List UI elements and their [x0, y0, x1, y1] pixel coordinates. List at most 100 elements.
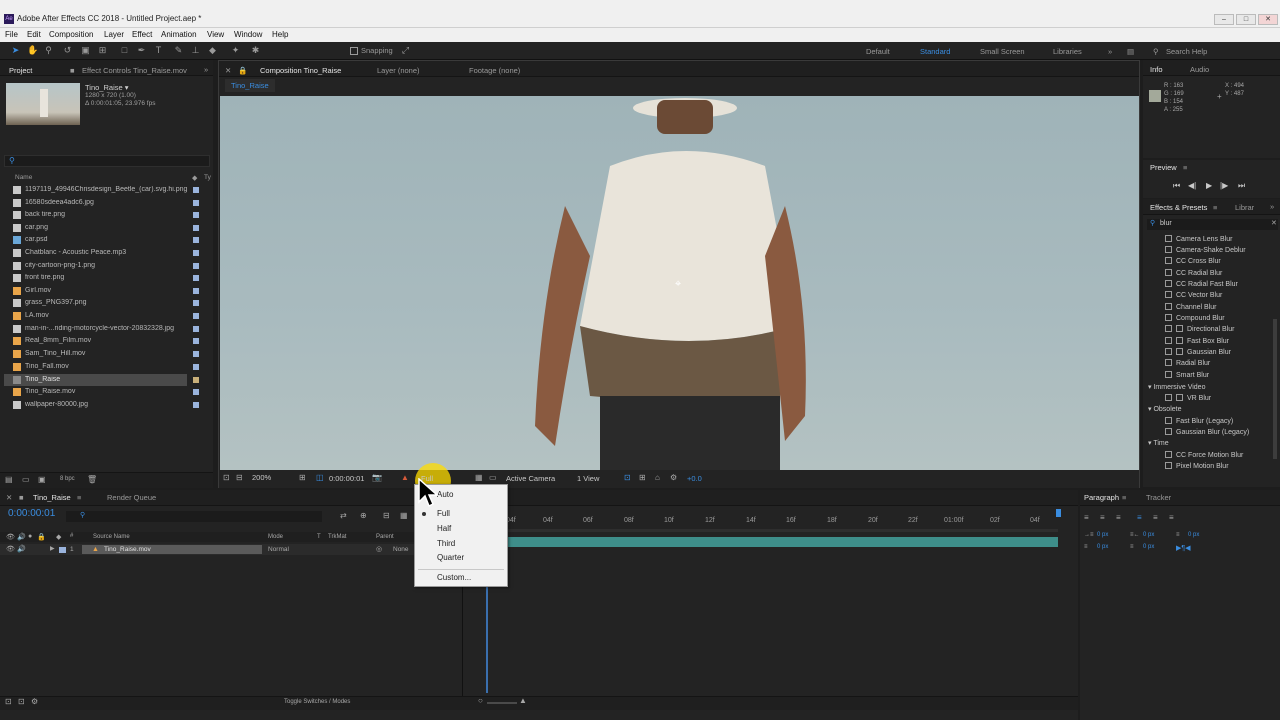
exposure-value[interactable]: +0.0	[687, 474, 702, 483]
current-time-indicator[interactable]	[486, 583, 488, 693]
list-item-selected[interactable]: Tino_Raise	[4, 374, 199, 386]
menu-animation[interactable]: Animation	[161, 30, 197, 39]
maximize-button[interactable]: □	[1236, 14, 1256, 25]
menu-file[interactable]: File	[5, 30, 18, 39]
tab-libraries[interactable]: Librar	[1235, 203, 1254, 212]
menu-composition[interactable]: Composition	[49, 30, 93, 39]
timeline-search-input[interactable]: ⚲	[66, 511, 322, 522]
play-icon[interactable]: ▶	[1206, 181, 1212, 190]
text-direction-icon[interactable]: ▶¶◀	[1176, 544, 1191, 552]
effect-item[interactable]: CC Cross Blur	[1165, 257, 1221, 265]
first-line-indent-value[interactable]: 0 px	[1188, 532, 1199, 538]
tab-effect-controls[interactable]: Effect Controls Tino_Raise.mov	[82, 66, 187, 75]
list-item[interactable]: 16580sdeea4adc6.jpg	[4, 197, 210, 209]
clone-stamp-tool-icon[interactable]: ⊥	[190, 45, 201, 56]
menu-item-custom[interactable]: Custom...	[437, 573, 471, 582]
indent-right-value[interactable]: 0 px	[1143, 532, 1154, 538]
frame-blending-icon[interactable]: ▦	[400, 511, 408, 520]
menu-layer[interactable]: Layer	[104, 30, 124, 39]
workspace-default[interactable]: Default	[866, 47, 890, 56]
column-t[interactable]: T	[317, 534, 321, 540]
close-button[interactable]: ✕	[1258, 14, 1278, 25]
indent-left-value[interactable]: 0 px	[1097, 532, 1108, 538]
panel-menu-icon[interactable]: ≡	[1122, 493, 1126, 502]
first-frame-icon[interactable]: ⏮	[1173, 181, 1180, 191]
effect-category[interactable]: ▾ Obsolete	[1148, 405, 1182, 413]
tab-effects-presets[interactable]: Effects & Presets	[1150, 203, 1207, 212]
effect-item[interactable]: VR Blur	[1165, 394, 1211, 402]
new-folder-icon[interactable]: ▭	[22, 475, 30, 484]
snap-icon[interactable]: ⤢	[400, 45, 411, 56]
effect-item[interactable]: CC Vector Blur	[1165, 291, 1222, 299]
toggle-pixel-aspect-icon[interactable]: ⊡	[624, 473, 631, 482]
effect-item[interactable]: Directional Blur	[1165, 325, 1234, 333]
mask-visibility-icon[interactable]: ◫	[316, 473, 324, 482]
panel-expand-icon[interactable]: »	[204, 65, 208, 74]
list-item[interactable]: front tire.png	[4, 272, 210, 284]
list-item[interactable]: Sam_Tino_Hill.mov	[4, 348, 210, 360]
workspace-libraries[interactable]: Libraries	[1053, 47, 1082, 56]
tab-composition[interactable]: Composition Tino_Raise	[260, 66, 341, 75]
effect-item[interactable]: Gaussian Blur (Legacy)	[1165, 428, 1249, 436]
menu-view[interactable]: View	[207, 30, 224, 39]
speaker-icon[interactable]: 🔊	[17, 545, 26, 553]
effect-item[interactable]: CC Radial Blur	[1165, 269, 1222, 277]
space-after-value[interactable]: 0 px	[1143, 544, 1154, 550]
transfer-controls-icon[interactable]: ⊡	[18, 697, 25, 706]
eraser-tool-icon[interactable]: ◆	[207, 45, 218, 56]
fast-previews-icon[interactable]: ⊞	[639, 473, 646, 482]
work-area-end-handle[interactable]	[1056, 509, 1061, 517]
zoom-dropdown[interactable]: 200%	[252, 473, 271, 482]
next-frame-icon[interactable]: |▶	[1220, 181, 1228, 190]
list-item[interactable]: 1197119_49946Chrisdesign_Beetle_(car).sv…	[4, 184, 210, 196]
interpret-footage-icon[interactable]: ▤	[5, 475, 13, 484]
menu-item-third[interactable]: Third	[437, 539, 455, 548]
snapshot-icon[interactable]: 📷	[372, 473, 382, 482]
lock-column-icon[interactable]: 🔒	[37, 533, 46, 541]
list-item[interactable]: Girl.mov	[4, 285, 210, 297]
tab-tracker[interactable]: Tracker	[1146, 493, 1171, 502]
list-item[interactable]: Tino_Fall.mov	[4, 361, 210, 373]
close-tab-icon[interactable]: ✕	[225, 66, 231, 75]
menu-item-quarter[interactable]: Quarter	[437, 553, 464, 562]
effect-item[interactable]: Camera Lens Blur	[1165, 235, 1232, 243]
zoom-tool-icon[interactable]: ⚲	[43, 45, 54, 56]
search-help-field[interactable]: Search Help	[1166, 47, 1207, 56]
effect-item[interactable]: CC Force Motion Blur	[1165, 451, 1243, 459]
transparency-grid-icon[interactable]: ▦	[475, 473, 483, 482]
align-left-icon[interactable]: ≡	[1084, 513, 1089, 522]
effect-item[interactable]: Radial Blur	[1165, 359, 1210, 367]
shape-tool-icon[interactable]: □	[119, 45, 130, 56]
column-mode[interactable]: Mode	[268, 534, 283, 540]
list-item[interactable]: Chatblanc - Acoustic Peace.mp3	[4, 247, 210, 259]
pen-tool-icon[interactable]: ✒	[136, 45, 147, 56]
list-item[interactable]: grass_PNG397.png	[4, 297, 210, 309]
selected-item-name[interactable]: Tino_Raise ▾	[85, 83, 129, 92]
column-trkmat[interactable]: TrkMat	[328, 534, 346, 540]
effects-search-input[interactable]: ⚲ blur ✕	[1147, 219, 1278, 230]
list-item[interactable]: Tino_Raise.mov	[4, 386, 210, 398]
reset-exposure-icon[interactable]: ⚙	[670, 473, 677, 482]
composition-canvas[interactable]: ⌖	[220, 96, 1139, 470]
tab-paragraph[interactable]: Paragraph	[1084, 493, 1119, 502]
label-column-icon[interactable]: ◆	[56, 533, 61, 541]
time-zoom-slider[interactable]	[487, 702, 517, 704]
layer-label[interactable]	[59, 547, 66, 553]
close-tab-icon[interactable]: ✕	[6, 493, 12, 502]
grid-icon[interactable]: ⊞	[299, 473, 306, 482]
brush-tool-icon[interactable]: ✎	[173, 45, 184, 56]
justify-center-icon[interactable]: ≡	[1153, 513, 1158, 522]
menu-item-full[interactable]: Full	[437, 509, 450, 518]
delete-icon[interactable]: 🗑	[87, 475, 97, 484]
list-item[interactable]: wallpaper-80000.jpg	[4, 399, 210, 411]
visibility-column-icon[interactable]: 👁	[6, 533, 15, 541]
project-search-input[interactable]: ⚲	[4, 155, 210, 167]
effect-item[interactable]: Fast Blur (Legacy)	[1165, 417, 1233, 425]
comp-mini-flowchart-icon[interactable]: ⇄	[340, 511, 347, 520]
column-name[interactable]: Name	[15, 174, 32, 181]
rotate-tool-icon[interactable]: ↺	[62, 45, 73, 56]
menu-effect[interactable]: Effect	[132, 30, 152, 39]
list-item[interactable]: LA.mov	[4, 310, 210, 322]
menu-item-half[interactable]: Half	[437, 524, 451, 533]
effect-item[interactable]: CC Radial Fast Blur	[1165, 280, 1238, 288]
